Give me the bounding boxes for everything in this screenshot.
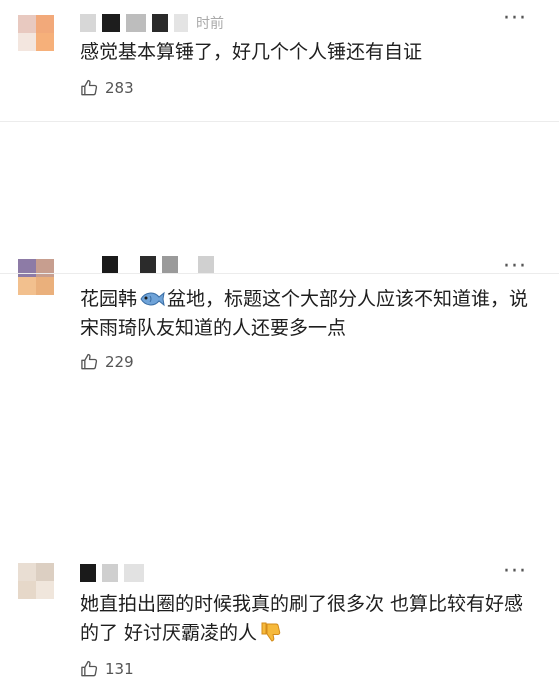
mosaic-block (102, 14, 120, 32)
comment-text: 她直拍出圈的时候我真的刷了很多次 也算比较有好感的了 好讨厌霸凌的人 (80, 590, 530, 648)
comment-item: ··· 花园韩 盆地，标题这个大部分人应该不知道谁，说宋雨琦队友知道的人还要多一… (0, 122, 559, 371)
like-button[interactable]: 131 (79, 659, 134, 679)
more-dots-icon: ··· (503, 559, 527, 584)
username-censored[interactable] (80, 563, 150, 583)
comment-text: 感觉基本算锤了，好几个个人锤还有自证 (80, 41, 423, 63)
thumbs-up-outline-icon (81, 79, 98, 96)
mosaic-block (198, 256, 214, 274)
mosaic-block (140, 256, 156, 274)
thumbs-down-emoji-icon (261, 622, 281, 642)
mosaic-block (80, 14, 96, 32)
thumbs-up-outline-icon (81, 660, 98, 677)
comment-item: 时前 ··· 感觉基本算锤了，好几个个人锤还有自证 283 (0, 0, 559, 120)
more-dots-icon: ··· (503, 6, 527, 31)
username-censored[interactable]: 时前 (80, 13, 224, 33)
like-count: 131 (105, 660, 134, 678)
more-options-button[interactable]: ··· (503, 8, 527, 30)
avatar[interactable] (18, 563, 54, 599)
mosaic-block (152, 14, 168, 32)
mosaic-block (126, 14, 146, 32)
mosaic-block (124, 564, 144, 582)
mosaic-block (174, 14, 188, 32)
mosaic-block (80, 564, 96, 582)
mosaic-block (102, 256, 118, 274)
comment-time: 时前 (196, 16, 224, 32)
like-button[interactable]: 283 (79, 78, 134, 98)
comment-text-part: 她直拍出圈的时候我真的刷了很多次 也算比较有好感的了 好讨厌霸凌的人 (80, 593, 524, 644)
more-options-button[interactable]: ··· (503, 561, 527, 583)
username-censored[interactable] (80, 255, 220, 275)
avatar[interactable] (18, 15, 54, 51)
mosaic-block (162, 256, 178, 274)
mosaic-block (102, 564, 118, 582)
comment-item: ··· 她直拍出圈的时候我真的刷了很多次 也算比较有好感的了 好讨厌霸凌的人 1… (0, 274, 559, 678)
like-count: 283 (105, 79, 134, 97)
